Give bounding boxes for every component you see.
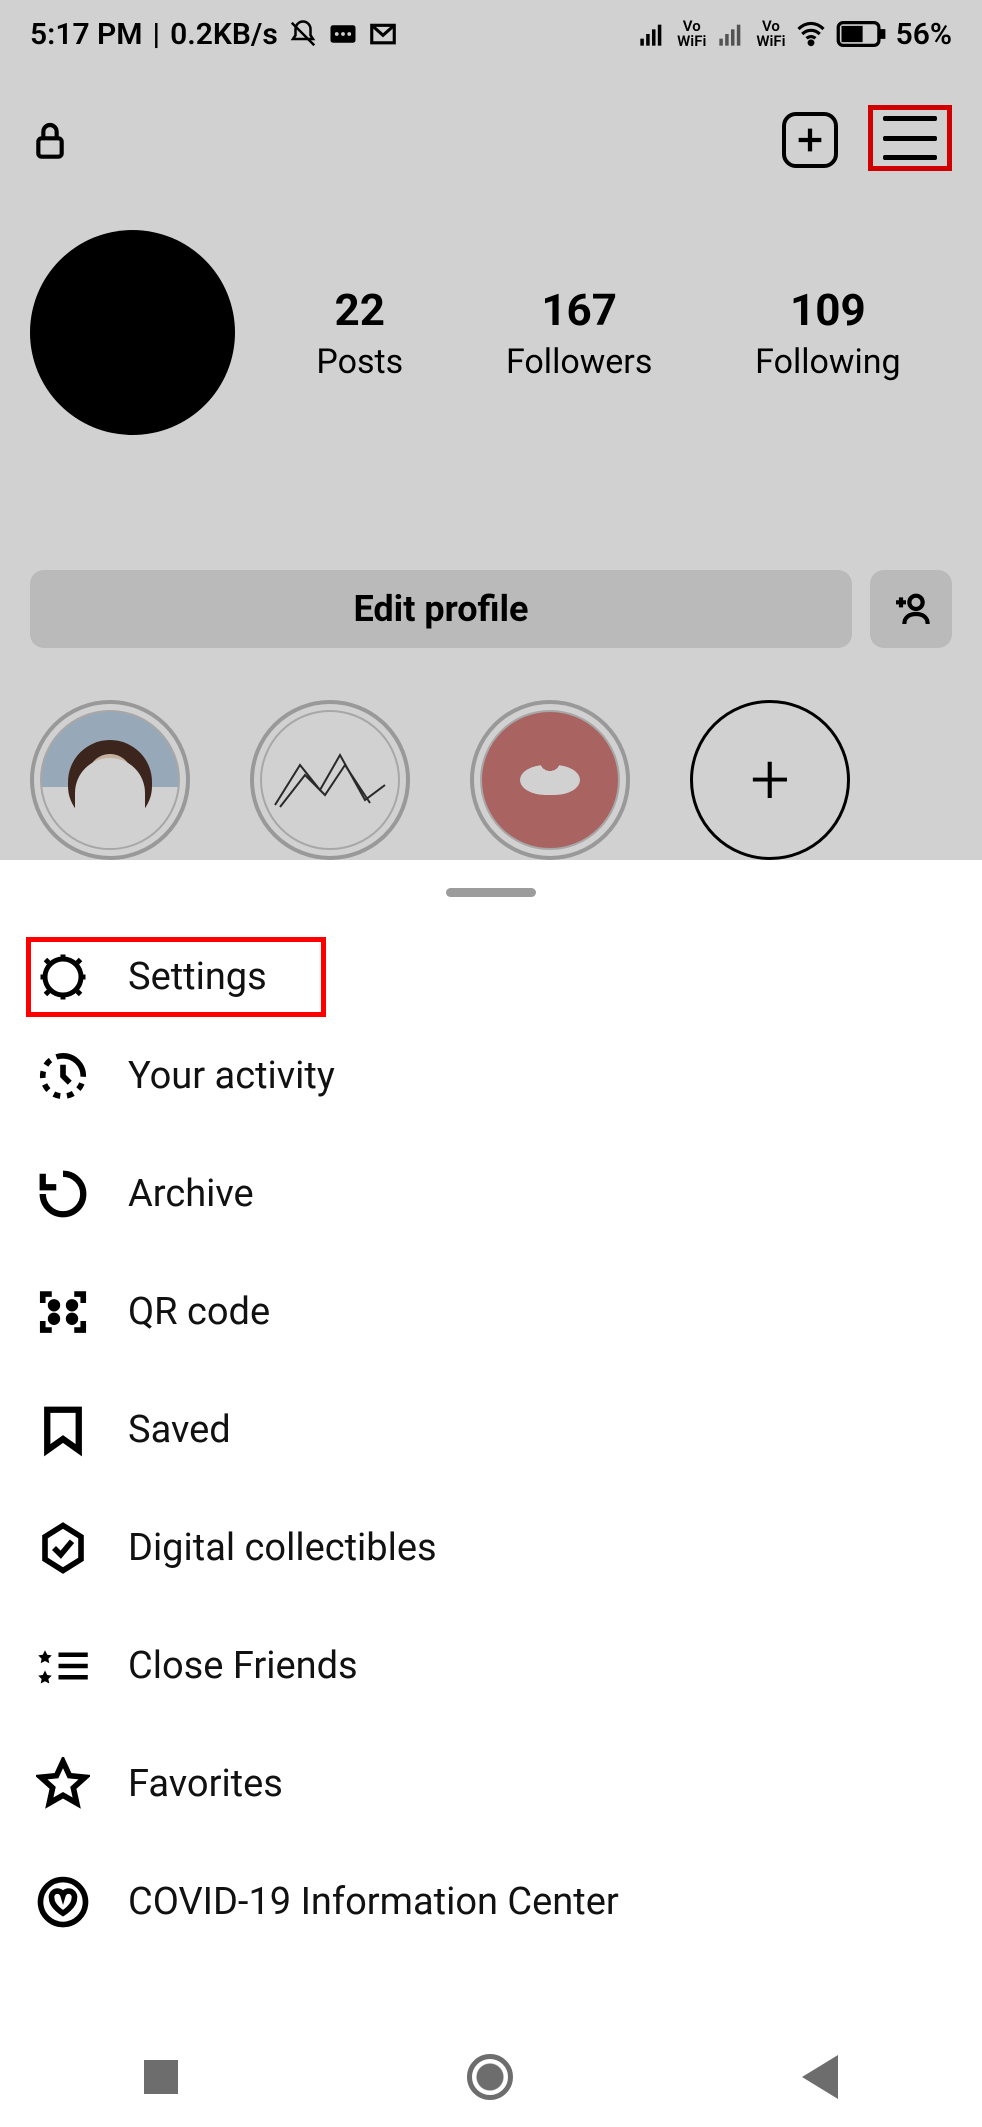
archive-icon — [36, 1167, 90, 1221]
highlight-1[interactable] — [30, 700, 190, 860]
activity-icon — [36, 1049, 90, 1103]
menu-item-collectibles[interactable]: Digital collectibles — [36, 1489, 946, 1607]
menu-label: QR code — [128, 1290, 270, 1334]
bookmark-icon — [36, 1403, 90, 1457]
vowifi-icon-2: VoWiFi — [756, 19, 785, 49]
wifi-icon — [796, 19, 826, 49]
menu-label: Favorites — [128, 1762, 283, 1806]
menu-item-close-friends[interactable]: Close Friends — [36, 1607, 946, 1725]
create-button[interactable] — [782, 112, 838, 168]
menu-label: Digital collectibles — [128, 1526, 437, 1570]
star-list-icon — [36, 1639, 90, 1693]
menu-item-saved[interactable]: Saved — [36, 1371, 946, 1489]
battery-percent: 56% — [896, 17, 952, 52]
menu-item-archive[interactable]: Archive — [36, 1135, 946, 1253]
menu-item-settings[interactable]: Settings — [26, 937, 326, 1017]
heart-circle-icon — [36, 1875, 90, 1929]
signal-icon-2 — [716, 19, 746, 49]
sheet-drag-handle[interactable] — [446, 888, 536, 897]
highlight-3[interactable] — [470, 700, 630, 860]
highlight-add-button[interactable]: + — [690, 700, 850, 860]
stat-posts[interactable]: 22 Posts — [316, 284, 403, 382]
mail-icon — [368, 19, 398, 49]
following-label: Following — [755, 342, 900, 382]
profile-header — [0, 100, 982, 180]
hamburger-highlight — [868, 105, 952, 171]
stat-following[interactable]: 109 Following — [755, 284, 900, 382]
stat-followers[interactable]: 167 Followers — [506, 284, 652, 382]
avatar[interactable] — [30, 230, 235, 435]
status-speed: 0.2KB/s — [170, 17, 278, 52]
posts-label: Posts — [316, 342, 403, 382]
menu-label: Archive — [128, 1172, 254, 1216]
menu-item-favorites[interactable]: Favorites — [36, 1725, 946, 1843]
edit-profile-button[interactable]: Edit profile — [30, 570, 852, 648]
system-nav-bar — [0, 2027, 982, 2127]
menu-label: Your activity — [128, 1054, 335, 1098]
menu-label: Settings — [128, 955, 267, 999]
bottom-sheet: Settings Your activity — [0, 860, 982, 2127]
profile-stats-row: 22 Posts 167 Followers 109 Following — [30, 230, 952, 435]
profile-name-cropped — [48, 442, 188, 460]
posts-count: 22 — [316, 284, 403, 336]
lock-icon — [30, 117, 70, 163]
menu-item-qr[interactable]: QR code — [36, 1253, 946, 1371]
edit-profile-label: Edit profile — [354, 588, 529, 630]
message-icon — [328, 19, 358, 49]
status-separator: | — [153, 17, 161, 52]
menu-item-covid[interactable]: COVID-19 Information Center — [36, 1843, 946, 1961]
star-icon — [36, 1757, 90, 1811]
followers-label: Followers — [506, 342, 652, 382]
vowifi-icon: VoWiFi — [677, 19, 706, 49]
nav-recents-button[interactable] — [144, 2060, 178, 2094]
battery-icon — [836, 19, 886, 49]
hamburger-menu-button[interactable] — [883, 116, 937, 160]
qr-icon — [36, 1285, 90, 1339]
hexagon-check-icon — [36, 1521, 90, 1575]
signal-icon — [637, 19, 667, 49]
bell-muted-icon — [288, 19, 318, 49]
menu-label: COVID-19 Information Center — [128, 1880, 619, 1924]
status-bar: 5:17 PM | 0.2KB/s VoWiFi VoWiFi — [0, 0, 982, 68]
status-time: 5:17 PM — [30, 17, 143, 52]
nav-back-button[interactable] — [802, 2055, 838, 2099]
menu-item-activity[interactable]: Your activity — [36, 1017, 946, 1135]
discover-people-button[interactable] — [870, 570, 952, 648]
highlight-2[interactable] — [250, 700, 410, 860]
gear-icon — [36, 950, 90, 1004]
menu-label: Close Friends — [128, 1644, 358, 1688]
following-count: 109 — [755, 284, 900, 336]
menu-label: Saved — [128, 1408, 231, 1452]
followers-count: 167 — [506, 284, 652, 336]
nav-home-button[interactable] — [467, 2054, 513, 2100]
highlights-row: + — [30, 700, 850, 860]
